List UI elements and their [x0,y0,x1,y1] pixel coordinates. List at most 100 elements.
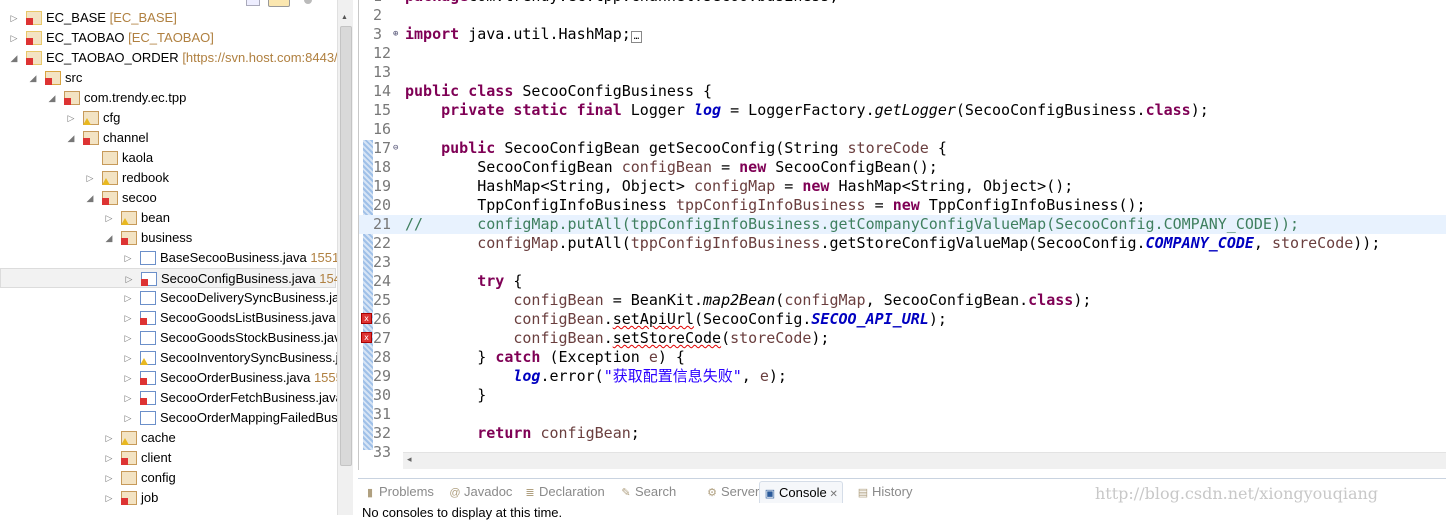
code-token: (Exception [540,348,649,366]
error-marker-icon[interactable]: x [361,332,372,343]
tree-item[interactable]: ◢ EC_TAOBAO_ORDER [https://svn.host.com:8… [0,48,338,68]
tab-console[interactable]: ▣ Console ✕ [759,481,843,503]
collapsed-arrow-icon[interactable]: ▷ [123,348,133,368]
line-number: 18 [373,158,392,176]
collapsed-arrow-icon[interactable]: ▷ [124,269,134,289]
expanded-arrow-icon[interactable]: ◢ [9,48,19,68]
code-token: new [802,177,830,195]
tab-search[interactable]: ✎ Search [620,481,676,503]
collapsed-arrow-icon[interactable]: ▷ [123,388,133,408]
java-editor[interactable]: 1packagecom.trendy.ec.tpp.channel.secoo.… [358,0,1446,470]
collapsed-arrow-icon[interactable]: ▷ [104,208,114,228]
tree-item[interactable]: ▷ cache [0,428,336,448]
expanded-arrow-icon[interactable]: ◢ [104,228,114,248]
collapsed-arrow-icon[interactable]: ▷ [85,168,95,188]
package-warning-icon [121,211,137,225]
scrollbar-thumb[interactable] [340,26,352,466]
line-number: 16 [373,120,392,138]
fold-expand-icon[interactable]: ⊕ [393,25,398,44]
tab-history[interactable]: ▤ History [857,481,913,503]
collapsed-arrow-icon[interactable]: ▷ [123,328,133,348]
collapsed-arrow-icon[interactable]: ▷ [9,8,19,28]
tree-item[interactable]: ▷ redbook [0,168,336,188]
tab-servers[interactable]: ⚙ Servers [706,481,766,503]
link-with-editor-icon[interactable] [268,0,290,7]
collapsed-arrow-icon[interactable]: ▷ [104,468,114,488]
line-number: 13 [373,63,392,81]
code-token: .putAll( [558,234,631,252]
collapsed-arrow-icon[interactable]: ▷ [9,28,19,48]
item-name: SecooInventorySyncBusiness.java [160,350,338,365]
code-token: .getStoreConfigValueMap(SecooConfig. [820,234,1146,252]
code-text: public class SecooConfigBusiness { [405,82,712,101]
tree-item[interactable]: ▷ cfg [0,108,336,128]
tree-item[interactable]: ▷ job [0,488,336,508]
line-number: 20 [373,196,392,214]
tree-item[interactable]: ◢ src [0,68,336,88]
code-token: storeCode [730,329,812,347]
collapsed-arrow-icon[interactable]: ▷ [66,108,76,128]
explorer-vertical-scrollbar[interactable]: ▲ [337,0,353,515]
tree-item[interactable]: ▷ EC_TAOBAO [EC_TAOBAO] [0,28,336,48]
line-number: 29 [373,367,392,385]
fold-collapse-icon[interactable]: ⊖ [393,139,398,158]
declaration-icon: ≣ [525,487,535,499]
tree-item[interactable]: ▷ bean [0,208,336,228]
tree-item[interactable]: kaola [0,148,336,168]
item-name: SecooGoodsListBusiness.java [160,310,336,325]
collapsed-arrow-icon[interactable]: ▷ [104,488,114,508]
tree-item[interactable]: ◢ com.trendy.ec.tpp [0,88,336,108]
item-name: SecooOrderFetchBusiness.java [160,390,338,405]
tree-item-label: SecooOrderFetchBusiness.java [160,388,338,408]
code-line: 21 // configMap.putAll(tppConfigInfoBusin… [359,215,1446,234]
tree-item[interactable]: ◢ business [0,228,336,248]
error-marker-icon[interactable]: x [361,313,372,324]
collapsed-arrow-icon[interactable]: ▷ [123,308,133,328]
code-text: try { [405,272,522,291]
code-token: = BeanKit. [603,291,704,309]
close-icon[interactable]: ✕ [827,489,837,500]
collapsed-arrow-icon[interactable]: ▷ [104,448,114,468]
collapsed-arrow-icon[interactable]: ▷ [104,428,114,448]
expanded-arrow-icon[interactable]: ◢ [66,128,76,148]
editor-horizontal-scrollbar[interactable]: ◂ [403,452,1446,469]
collapsed-arrow-icon[interactable]: ▷ [123,368,133,388]
collapse-all-icon[interactable] [246,0,260,6]
expanded-arrow-icon[interactable]: ◢ [28,68,38,88]
tree-item[interactable]: ▷ SecooConfigBusiness.java 154 [0,268,338,289]
tree-item[interactable]: ▷ config [0,468,336,488]
tree-item[interactable]: ▷ SecooGoodsStockBusiness.java [0,328,338,348]
expanded-arrow-icon[interactable]: ◢ [47,88,57,108]
item-name: src [65,70,83,85]
tree-item[interactable]: ▷ SecooOrderMappingFailedBusiness.java [0,408,338,428]
code-line: x 27 configBean.setStoreCode(storeCode); [359,329,1446,348]
tree-item[interactable]: ▷ SecooOrderBusiness.java 1555 [0,368,338,388]
collapsed-arrow-icon[interactable]: ▷ [123,408,133,428]
collapsed-arrow-icon[interactable]: ▷ [123,248,133,268]
tree-item[interactable]: ▷ SecooDeliverySyncBusiness.java [0,288,338,308]
tree-item[interactable]: ▷ BaseSecooBusiness.java 15514 [0,248,338,268]
expanded-arrow-icon[interactable]: ◢ [85,188,95,208]
tab-declaration[interactable]: ≣ Declaration [524,481,604,503]
tab-javadoc[interactable]: @ Javadoc [449,481,512,503]
tree-item[interactable]: ▷ EC_BASE [EC_BASE] [0,8,336,28]
code-token: Logger [621,101,694,119]
tree-item[interactable]: ◢ secoo [0,188,336,208]
scroll-left-icon[interactable]: ◂ [407,454,412,465]
tree-item[interactable]: ▷ SecooInventorySyncBusiness.java [0,348,338,368]
tree-item-label: SecooGoodsListBusiness.java [160,308,336,328]
tab-problems[interactable]: ▮ Problems [364,481,434,503]
code-text: HashMap<String, Object> configMap = new … [405,177,1073,196]
scroll-up-icon[interactable]: ▲ [341,14,348,21]
tree-item[interactable]: ▷ SecooGoodsListBusiness.java [0,308,336,328]
tree-item[interactable]: ▷ client [0,448,336,468]
code-token: { [928,139,947,157]
code-text: configBean.setStoreCode(storeCode); [405,329,829,348]
tree-item[interactable]: ◢ channel [0,128,336,148]
code-token: log [694,101,722,119]
java-file-error-icon [140,371,156,385]
tree-item[interactable]: ▷ SecooOrderFetchBusiness.java [0,388,338,408]
collapsed-arrow-icon[interactable]: ▷ [123,288,133,308]
